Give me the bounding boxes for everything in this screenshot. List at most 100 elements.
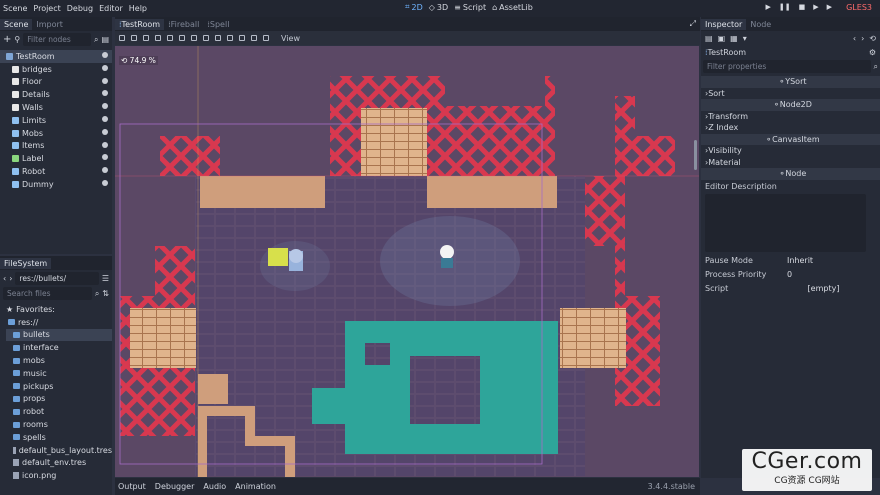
pan-tool-icon[interactable] <box>191 35 197 41</box>
renderer-label[interactable]: GLES3 <box>846 3 872 12</box>
zoom-indicator[interactable]: ⟲ 74.9 % <box>119 56 158 65</box>
history-forward-icon[interactable]: › <box>861 34 864 43</box>
menu-help[interactable]: Help <box>126 4 150 13</box>
tab-inspector[interactable]: Inspector <box>701 18 747 30</box>
skeleton-icon[interactable] <box>263 35 269 41</box>
scale-tool-icon[interactable] <box>155 35 161 41</box>
scene-tree-item[interactable]: Walls <box>0 101 112 114</box>
path-field[interactable]: res://bullets/ <box>15 272 99 285</box>
play-scene-icon[interactable]: ▶ <box>813 3 818 11</box>
tab-filesystem[interactable]: FileSystem <box>0 257 52 269</box>
filesystem-item[interactable]: robot <box>6 405 112 418</box>
visibility-icon[interactable] <box>102 167 108 174</box>
scene-tree-item[interactable]: Floor <box>0 76 112 89</box>
workspace-assetlib[interactable]: ⌂ AssetLib <box>492 2 533 12</box>
tab-animation[interactable]: Animation <box>235 482 276 491</box>
save-resource-icon[interactable]: ▦ <box>730 34 738 43</box>
canvas-viewport[interactable]: ⟲ 74.9 % <box>115 46 699 477</box>
object-menu-icon[interactable]: ⚙ <box>869 48 876 57</box>
pivot-tool-icon[interactable] <box>179 35 185 41</box>
inspector-class-header[interactable]: ⚬ CanvasItem <box>701 133 880 145</box>
inspector-group[interactable]: › Sort <box>701 88 880 100</box>
menu-scene[interactable]: Scene <box>0 4 30 13</box>
sort-icon[interactable]: ⇅ <box>102 289 109 298</box>
scene-tree-item[interactable]: Label <box>0 152 112 165</box>
tab-audio[interactable]: Audio <box>203 482 226 491</box>
filesystem-item[interactable]: default_env.tres <box>6 457 112 470</box>
tab-fireball[interactable]: ⁞Fireball <box>164 19 203 30</box>
pause-icon[interactable]: ❚❚ <box>779 3 791 11</box>
filter-nodes-input[interactable]: Filter nodes <box>23 33 91 46</box>
inspector-group[interactable]: › Visibility <box>701 145 880 157</box>
rotate-tool-icon[interactable] <box>143 35 149 41</box>
search-icon[interactable]: ⌕ <box>874 62 878 72</box>
scene-tree-item[interactable]: bridges <box>0 63 112 76</box>
tab-import[interactable]: Import <box>32 19 67 30</box>
filesystem-item[interactable]: rooms <box>6 418 112 431</box>
snap-icon[interactable] <box>215 35 221 41</box>
menu-editor[interactable]: Editor <box>96 4 126 13</box>
filesystem-item[interactable]: bullets <box>6 328 112 342</box>
filesystem-item[interactable]: res:// <box>6 316 112 329</box>
stop-icon[interactable]: ■ <box>799 3 806 11</box>
filesystem-item[interactable]: pickups <box>6 380 112 393</box>
history-icon[interactable]: ⟲ <box>869 34 876 43</box>
search-files-input[interactable]: Search files <box>3 287 92 300</box>
inspector-class-header[interactable]: ⚬ YSort <box>701 76 880 88</box>
menu-project[interactable]: Project <box>30 4 63 13</box>
filesystem-item[interactable]: props <box>6 393 112 406</box>
filesystem-item[interactable]: mobs <box>6 354 112 367</box>
editor-description-field[interactable] <box>705 193 866 252</box>
script-attach-icon[interactable]: ▤ <box>101 35 109 44</box>
visibility-icon[interactable] <box>102 141 108 148</box>
play-custom-icon[interactable]: ▶ <box>827 3 832 11</box>
visibility-icon[interactable] <box>102 90 108 97</box>
tab-debugger[interactable]: Debugger <box>155 482 195 491</box>
group-icon[interactable] <box>251 35 257 41</box>
list-tool-icon[interactable] <box>167 35 173 41</box>
property-value[interactable]: [empty] <box>787 284 860 293</box>
back-icon[interactable]: ‹ <box>3 274 6 283</box>
workspace-3d[interactable]: ◇ 3D <box>429 2 448 12</box>
link-icon[interactable]: ⚲ <box>14 35 20 44</box>
workspace-2d[interactable]: ⌗ 2D <box>405 2 423 12</box>
ruler-tool-icon[interactable] <box>203 35 209 41</box>
distraction-free-icon[interactable]: ⤢ <box>690 19 696 29</box>
scene-tree-item[interactable]: Mobs <box>0 127 112 140</box>
tab-output[interactable]: Output <box>118 482 146 491</box>
forward-icon[interactable]: › <box>9 274 12 283</box>
inspector-group[interactable]: › Material <box>701 157 880 169</box>
filesystem-item[interactable]: interface <box>6 341 112 354</box>
visibility-icon[interactable] <box>102 128 108 135</box>
tab-testroom[interactable]: ⁞TestRoom <box>115 18 165 30</box>
visibility-icon[interactable] <box>102 52 108 58</box>
visibility-icon[interactable] <box>102 103 108 110</box>
history-back-icon[interactable]: ‹ <box>853 34 856 43</box>
tab-node[interactable]: Node <box>746 19 775 30</box>
filesystem-item[interactable]: icon.png <box>6 469 112 482</box>
scene-tree-item[interactable]: Details <box>0 88 112 101</box>
load-resource-icon[interactable]: ▣ <box>718 34 726 43</box>
view-menu[interactable]: View <box>281 34 300 43</box>
filter-properties-input[interactable]: Filter properties <box>703 60 871 73</box>
lock-icon[interactable] <box>239 35 245 41</box>
property-value[interactable]: Inherit <box>787 256 880 265</box>
inspector-class-header[interactable]: ⚬ Node <box>701 168 880 180</box>
tab-spell[interactable]: ⁞Spell <box>203 19 233 30</box>
inspector-class-header[interactable]: ⚬ Node2D <box>701 99 880 111</box>
select-tool-icon[interactable] <box>119 35 125 41</box>
inspector-group[interactable]: › Z Index <box>701 122 880 134</box>
grid-icon[interactable] <box>227 35 233 41</box>
visibility-icon[interactable] <box>102 115 108 122</box>
menu-debug[interactable]: Debug <box>64 4 96 13</box>
scene-tree-item[interactable]: Limits <box>0 114 112 127</box>
visibility-icon[interactable] <box>102 179 108 186</box>
search-icon[interactable]: ⌕ <box>94 35 98 45</box>
scene-tree-item[interactable]: TestRoom <box>0 50 112 63</box>
scene-tree-item[interactable]: Robot <box>0 165 112 178</box>
scene-tree-item[interactable]: Dummy <box>0 178 112 191</box>
visibility-icon[interactable] <box>102 154 108 161</box>
visibility-icon[interactable] <box>102 77 108 84</box>
filesystem-item[interactable]: default_bus_layout.tres <box>6 444 112 457</box>
move-tool-icon[interactable] <box>131 35 137 41</box>
